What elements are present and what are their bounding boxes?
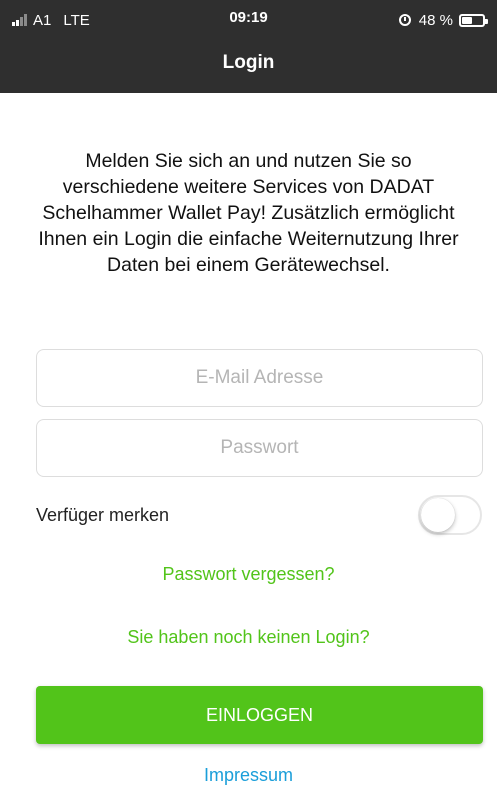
login-button[interactable]: EINLOGGEN: [36, 686, 483, 744]
page-title: Login: [222, 52, 275, 73]
battery-fill: [462, 16, 472, 24]
intro-text: Melden Sie sich an und nutzen Sie so ver…: [38, 150, 459, 276]
forgot-password-link[interactable]: Passwort vergessen?: [0, 564, 497, 585]
battery-percent: 48 %: [418, 11, 453, 29]
password-field[interactable]: [36, 419, 483, 477]
status-bar: A1 LTE 09:19 48 %: [0, 0, 497, 40]
toggle-knob: [421, 498, 455, 532]
remember-label: Verfüger merken: [36, 505, 170, 525]
remember-toggle[interactable]: [418, 495, 482, 535]
email-field[interactable]: [36, 349, 483, 407]
top-bar: A1 LTE 09:19 48 % Login: [0, 0, 497, 93]
status-right: 48 %: [398, 9, 488, 31]
battery-icon: [459, 13, 488, 27]
no-login-link[interactable]: Sie haben noch keinen Login?: [0, 627, 497, 648]
impressum-link[interactable]: Impressum: [0, 765, 497, 786]
alarm-icon: [398, 14, 411, 26]
